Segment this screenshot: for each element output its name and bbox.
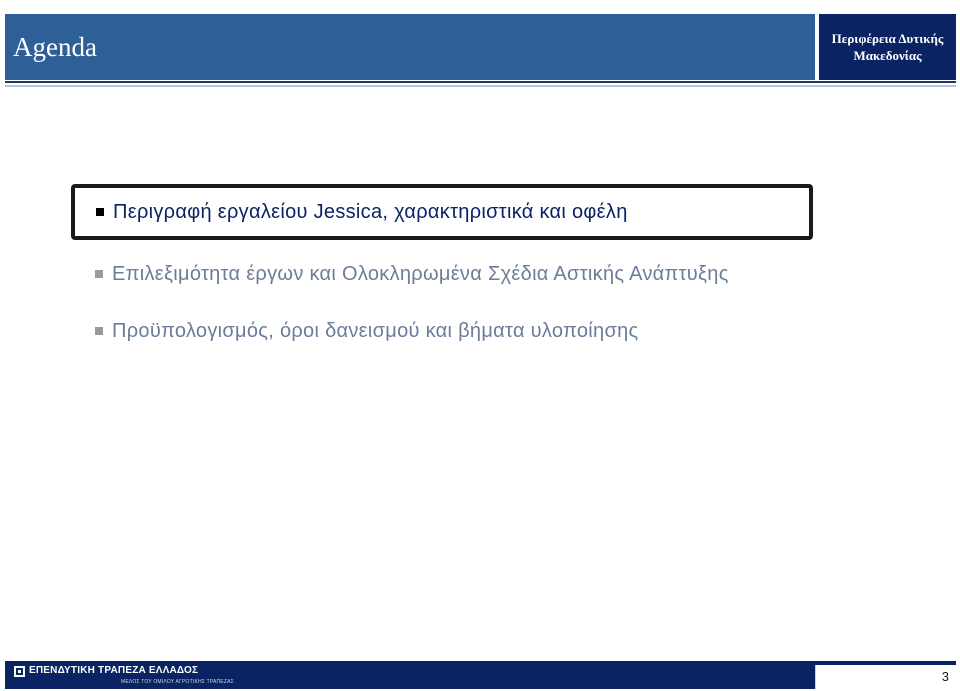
agenda-item-label: Επιλεξιμότητα έργων και Ολοκληρωμένα Σχέ… — [112, 262, 729, 285]
region-brand: Περιφέρεια Δυτικής Μακεδονίας — [819, 14, 956, 80]
agenda-item[interactable]: Επιλεξιμότητα έργων και Ολοκληρωμένα Σχέ… — [95, 260, 729, 288]
bank-logo-icon — [14, 666, 25, 677]
header-bar: Agenda — [5, 14, 815, 80]
agenda-item[interactable]: Προϋπολογισμός, όροι δανεισμού και βήματ… — [95, 317, 638, 345]
agenda-item-label: Προϋπολογισμός, όροι δανεισμού και βήματ… — [112, 319, 639, 342]
page-number: 3 — [941, 669, 949, 684]
square-bullet-icon — [95, 327, 103, 335]
bank-subtitle: ΜΕΛΟΣ ΤΟΥ ΟΜΙΛΟΥ ΑΓΡΟΤΙΚΗΣ ΤΡΑΠΕΖΑΣ — [121, 679, 234, 685]
page-number-box: 3 — [815, 665, 957, 689]
brand-line-1: Περιφέρεια Δυτικής — [831, 31, 944, 46]
square-bullet-icon — [95, 270, 103, 278]
footer-bar: ΕΠΕΝΔΥΤΙΚΗ ΤΡΑΠΕΖΑ ΕΛΛΑΔΟΣ ΜΕΛΟΣ ΤΟΥ ΟΜΙ… — [5, 661, 956, 689]
square-bullet-icon — [96, 208, 104, 216]
header-divider-light — [5, 85, 956, 87]
bank-name: ΕΠΕΝΔΥΤΙΚΗ ΤΡΑΠΕΖΑ ΕΛΛΑΔΟΣ — [29, 665, 199, 676]
agenda-item-label: Περιγραφή εργαλείου Jessica, χαρακτηριστ… — [113, 200, 628, 223]
header-divider — [5, 81, 956, 83]
page-title: Agenda — [13, 31, 97, 62]
brand-line-2: Μακεδονίας — [853, 48, 922, 63]
agenda-item-active[interactable]: Περιγραφή εργαλείου Jessica, χαρακτηριστ… — [71, 184, 813, 240]
